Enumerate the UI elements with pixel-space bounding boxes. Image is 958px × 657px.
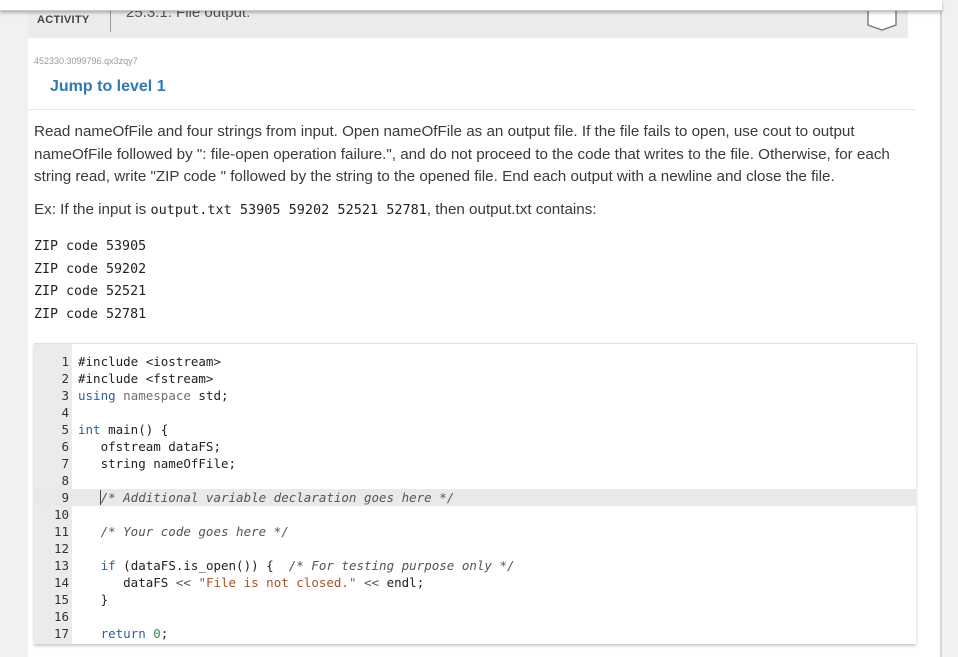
line-number: 5	[61, 422, 69, 437]
code-line[interactable]: 2 #include <fstream>	[34, 370, 916, 387]
code-token: int	[78, 422, 101, 437]
code-line[interactable]: 12	[34, 540, 916, 557]
code-token: main() {	[100, 422, 169, 437]
code-line[interactable]: 3 using namespace std;	[34, 387, 916, 404]
code-token: <<	[364, 575, 380, 590]
code-text[interactable]: }	[78, 591, 109, 608]
line-number: 6	[61, 439, 69, 454]
output-line: ZIP code 53905	[34, 239, 147, 254]
code-editor[interactable]: 1 #include <iostream> 2 #include <fstream> 3…	[34, 343, 916, 644]
code-line[interactable]: 17 return 0;	[34, 625, 916, 642]
code-text[interactable]: /* Your code goes here */	[78, 523, 289, 540]
code-token: namespace	[123, 388, 191, 403]
line-number: 16	[53, 609, 69, 624]
line-number: 14	[53, 575, 69, 590]
code-text[interactable]: return 0;	[78, 625, 169, 642]
code-token: dataFS	[78, 575, 176, 590]
line-number: 10	[53, 507, 69, 522]
code-line[interactable]: 11 /* Your code goes here */	[34, 523, 916, 540]
code-text[interactable]: int main() {	[78, 421, 168, 438]
code-line[interactable]: 1 #include <iostream>	[34, 353, 916, 370]
code-text[interactable]: /* Additional variable declaration goes …	[78, 489, 455, 506]
code-line[interactable]: 6 ofstream dataFS;	[34, 438, 916, 455]
code-token: return	[100, 626, 146, 641]
expected-output: ZIP code 53905 ZIP code 59202 ZIP code 5…	[34, 236, 146, 326]
line-number: 9	[61, 490, 69, 505]
code-text[interactable]: dataFS << "File is not closed." << endl;	[78, 574, 424, 591]
jump-to-level-link[interactable]: Jump to level 1	[50, 78, 166, 96]
code-token: string nameOfFile;	[78, 456, 237, 471]
code-text[interactable]: if (dataFS.is_open()) { /* For testing p…	[78, 557, 515, 574]
code-token: /* Your code goes here */	[78, 524, 289, 539]
code-token: std;	[190, 388, 229, 403]
code-token: endl;	[379, 575, 425, 590]
code-token: }	[78, 592, 109, 607]
right-border	[940, 0, 942, 657]
line-number: 13	[53, 558, 69, 573]
example-prefix: Ex: If the input is	[34, 201, 151, 218]
code-token: using	[78, 388, 116, 403]
code-text[interactable]: #include <fstream>	[78, 370, 213, 387]
example-text: Ex: If the input is output.txt 53905 592…	[34, 199, 904, 221]
line-number: 3	[61, 388, 69, 403]
code-text[interactable]: using namespace std;	[78, 387, 229, 404]
code-token: #include <fstream>	[78, 371, 214, 386]
code-token: (dataFS.is_open()) {	[115, 558, 289, 573]
code-token: <<	[175, 575, 191, 590]
code-line[interactable]: 7 string nameOfFile;	[34, 455, 916, 472]
section-divider	[28, 109, 916, 110]
line-number: 1	[61, 354, 69, 369]
code-token: #include <iostream>	[78, 354, 221, 369]
output-line: ZIP code 52521	[34, 284, 147, 299]
line-number: 15	[53, 592, 69, 607]
code-line[interactable]: 14 dataFS << "File is not closed." << en…	[34, 574, 916, 591]
line-number: 17	[53, 626, 69, 641]
line-number: 8	[61, 473, 69, 488]
instructions-text: Read nameOfFile and four strings from in…	[34, 123, 890, 185]
line-number: 7	[61, 456, 69, 471]
code-line[interactable]: 13 if (dataFS.is_open()) { /* For testin…	[34, 557, 916, 574]
code-line[interactable]: 15 }	[34, 591, 916, 608]
code-line[interactable]: 8	[34, 472, 916, 489]
example-input: output.txt 53905 59202 52521 52781	[150, 202, 427, 218]
right-gutter	[916, 0, 940, 657]
code-token: ;	[160, 626, 169, 641]
output-line: ZIP code 52781	[34, 306, 147, 322]
line-number: 2	[61, 371, 69, 386]
code-token: if	[100, 558, 116, 573]
code-line[interactable]: 10	[34, 506, 916, 523]
challenge-id: 452330.3099796.qx3zqy7	[34, 56, 138, 66]
code-text[interactable]: ofstream dataFS;	[78, 438, 221, 455]
example-suffix: , then output.txt contains:	[426, 201, 597, 218]
code-token: /* For testing purpose only */	[288, 558, 515, 573]
code-line[interactable]: 16	[34, 608, 916, 625]
code-token: "File is not closed."	[198, 575, 357, 590]
text-cursor	[100, 490, 101, 505]
code-line[interactable]: 9 /* Additional variable declaration goe…	[34, 489, 916, 506]
activity-label: ACTIVITY	[37, 14, 90, 26]
header-divider	[110, 8, 111, 32]
top-bar	[0, 0, 942, 11]
line-number: 12	[53, 541, 69, 556]
output-line: ZIP code 59202	[34, 261, 147, 277]
code-token: ofstream dataFS;	[78, 439, 221, 454]
code-text[interactable]: #include <iostream>	[78, 353, 221, 370]
code-token: 0	[153, 626, 161, 641]
line-number: 11	[53, 524, 69, 539]
code-line[interactable]: 5 int main() {	[34, 421, 916, 438]
code-token: /* Additional variable declaration goes …	[78, 490, 455, 505]
code-line[interactable]: 4	[34, 404, 916, 421]
line-number: 4	[61, 405, 69, 420]
code-text[interactable]: string nameOfFile;	[78, 455, 236, 472]
